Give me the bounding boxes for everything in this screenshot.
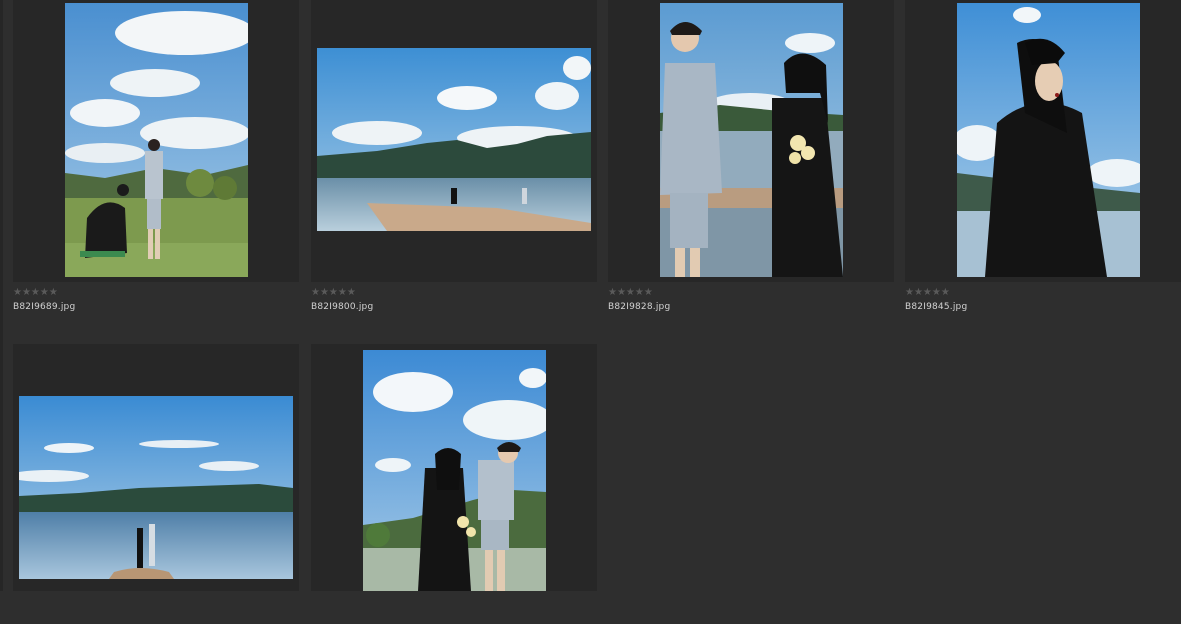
- rating-stars[interactable]: ★★★★★: [905, 288, 950, 298]
- thumbnail-meta: [13, 594, 299, 624]
- photo-thumbnail[interactable]: [19, 396, 293, 579]
- thumbnail-cell[interactable]: [13, 344, 299, 591]
- photo-thumbnail[interactable]: [65, 3, 248, 277]
- thumbnail-meta: [311, 594, 597, 624]
- thumbnail-meta: ★★★★★ B82I9845.jpg: [905, 286, 1181, 316]
- photo-thumbnail[interactable]: [317, 48, 591, 231]
- photo-woman-portrait: [957, 3, 1140, 277]
- thumbnail-cell[interactable]: [311, 344, 597, 591]
- thumbnail-cell[interactable]: [608, 0, 894, 282]
- thumbnail-meta: ★★★★★ B82I9828.jpg: [608, 286, 894, 316]
- rating-stars[interactable]: ★★★★★: [311, 288, 356, 298]
- thumbnail-meta: ★★★★★ B82I9689.jpg: [13, 286, 299, 316]
- photo-couple-portrait-lake: [660, 3, 843, 277]
- photo-thumbnail[interactable]: [363, 350, 546, 591]
- photo-thumbnail[interactable]: [957, 3, 1140, 277]
- filename-label: B82I9828.jpg: [608, 302, 671, 312]
- panel-edge: [0, 0, 3, 591]
- thumbnail-meta: ★★★★★ B82I9800.jpg: [311, 286, 597, 316]
- thumbnail-cell[interactable]: [905, 0, 1181, 282]
- thumbnail-cell[interactable]: [13, 0, 299, 282]
- thumbnail-grid: ★★★★★ B82I9689.jpg ★★★★★ B82I9800.jpg ★★…: [0, 0, 1181, 591]
- photo-lake-couple-distance: [19, 396, 293, 579]
- filename-label: B82I9689.jpg: [13, 302, 76, 312]
- filename-label: B82I9845.jpg: [905, 302, 968, 312]
- thumbnail-cell[interactable]: [311, 0, 597, 282]
- filename-label: B82I9800.jpg: [311, 302, 374, 312]
- photo-thumbnail[interactable]: [660, 3, 843, 277]
- rating-stars[interactable]: ★★★★★: [608, 288, 653, 298]
- rating-stars[interactable]: ★★★★★: [13, 288, 58, 298]
- photo-couple-meadow: [65, 3, 248, 277]
- photo-couple-flowers: [363, 350, 546, 591]
- photo-lake-landscape: [317, 48, 591, 231]
